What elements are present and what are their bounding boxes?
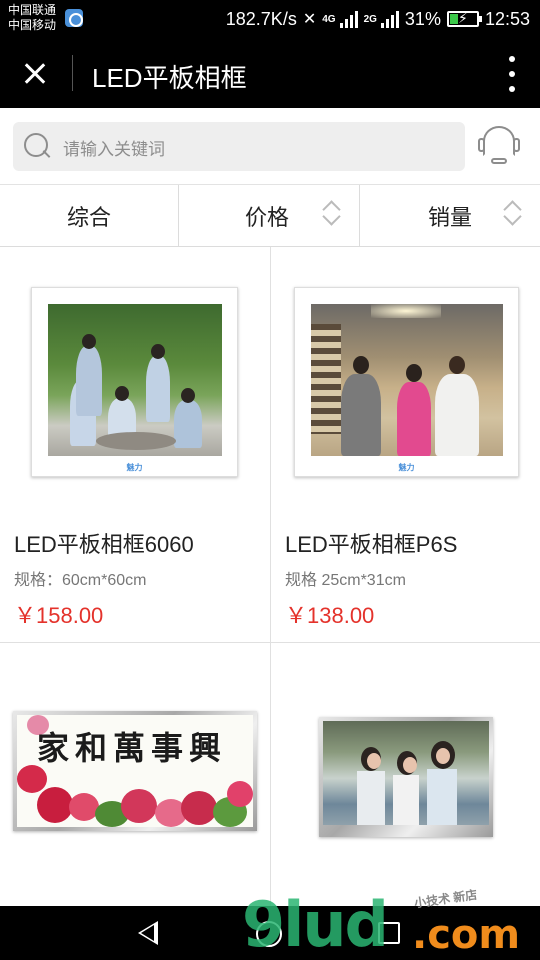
shop-photo	[311, 304, 503, 456]
status-bar: 中国联通 中国移动 182.7K/s ✕ 4G 2G 31% ⚡ 12:53	[0, 0, 540, 38]
product-card[interactable]: 魅力 LED平板相框P6S 规格 25cm*31cm ￥138.00	[271, 247, 540, 643]
app-bar-divider	[72, 55, 73, 91]
product-price: ￥158.00	[14, 603, 104, 628]
network-type-2: 2G	[363, 13, 377, 25]
sort-tab-comprehensive[interactable]: 综合	[0, 185, 179, 247]
sort-arrows-icon	[321, 200, 341, 232]
frame-brand-logo: 魅力	[398, 463, 415, 472]
sort-tab-label: 综合	[66, 205, 111, 230]
carrier-2: 中国移动	[8, 18, 57, 32]
product-card[interactable]	[271, 643, 540, 906]
product-spec: 规格 25cm*31cm	[285, 572, 406, 589]
product-image: 家和萬事興	[13, 711, 257, 831]
carrier-info: 中国联通 中国移动	[8, 3, 56, 33]
app-bar: LED平板相框	[0, 38, 540, 108]
friends-photo	[323, 721, 489, 825]
recent-apps-icon[interactable]	[378, 922, 400, 944]
search-bar: 请输入关键词	[0, 108, 540, 185]
net-speed: 182.7K/s	[225, 8, 297, 29]
sort-tab-label: 销量	[427, 205, 472, 230]
network-type-1: 4G	[322, 13, 336, 25]
sort-tab-price[interactable]: 价格	[179, 185, 360, 247]
product-image: 魅力	[31, 287, 238, 477]
product-grid: 魅力 LED平板相框6060 规格：60cm*60cm ￥158.00 魅力 L…	[0, 247, 540, 906]
product-spec: 规格：60cm*60cm	[14, 572, 147, 589]
product-price: ￥138.00	[285, 603, 375, 628]
sort-tab-label: 价格	[244, 205, 289, 230]
customer-service-headset-icon[interactable]	[475, 122, 523, 170]
embroidery-calligraphy: 家和萬事興	[37, 729, 228, 767]
sort-bar: 综合 价格 销量	[0, 185, 540, 247]
product-image	[319, 717, 493, 837]
search-icon	[23, 132, 51, 160]
battery-percent: 31%	[404, 8, 441, 29]
notification-app-icon	[65, 9, 83, 27]
battery-icon: ⚡	[446, 10, 482, 27]
group-photo	[48, 304, 222, 456]
page-title: LED平板相框	[92, 63, 247, 93]
frame-brand-logo: 魅力	[126, 463, 143, 472]
product-name: LED平板相框6060	[14, 532, 194, 557]
clock: 12:53	[484, 8, 530, 29]
mute-icon: ✕	[302, 11, 317, 28]
back-icon[interactable]	[138, 921, 158, 945]
signal-icon-2	[380, 10, 399, 28]
product-card[interactable]: 魅力 LED平板相框6060 规格：60cm*60cm ￥158.00	[0, 247, 271, 643]
more-vertical-icon[interactable]	[506, 56, 518, 92]
product-card[interactable]: 家和萬事興	[0, 643, 271, 906]
search-input[interactable]: 请输入关键词	[13, 122, 465, 171]
signal-icon	[339, 10, 358, 28]
home-icon[interactable]	[256, 921, 282, 947]
product-image: 魅力	[294, 287, 519, 477]
embroidery-art: 家和萬事興	[17, 715, 253, 827]
sort-arrows-icon	[502, 200, 522, 232]
close-icon[interactable]	[14, 52, 58, 96]
search-placeholder: 请输入关键词	[63, 140, 165, 159]
status-indicators: 182.7K/s ✕ 4G 2G 31% ⚡ 12:53	[226, 7, 530, 31]
system-nav-bar	[0, 906, 540, 960]
sort-tab-sales[interactable]: 销量	[360, 185, 540, 247]
carrier-1: 中国联通	[8, 3, 57, 17]
product-name: LED平板相框P6S	[285, 532, 458, 557]
